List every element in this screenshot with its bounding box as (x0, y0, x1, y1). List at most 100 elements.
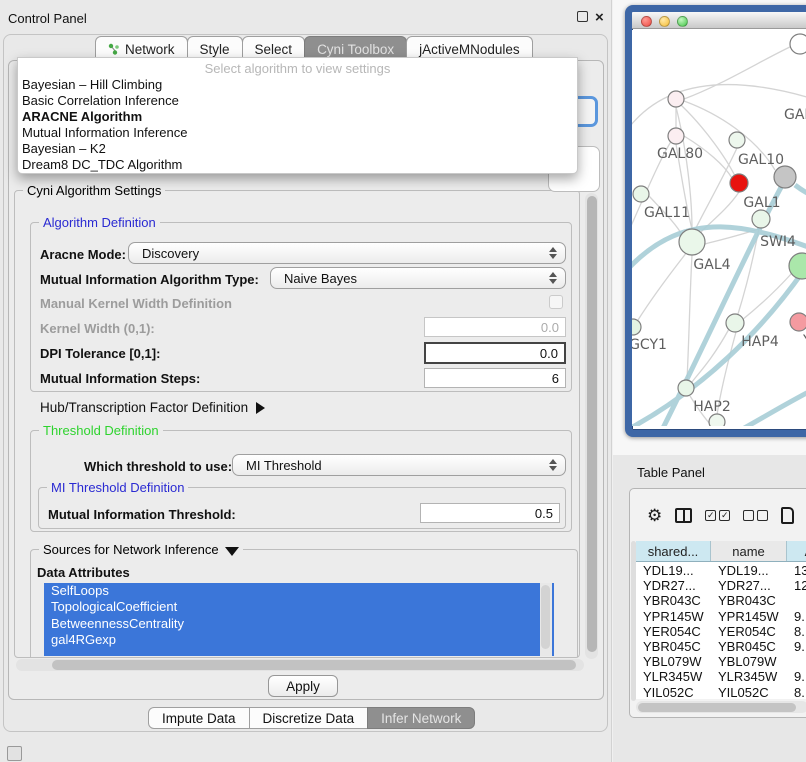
columns-icon[interactable] (675, 508, 692, 523)
apply-button[interactable]: Apply (268, 675, 338, 697)
dpi-tolerance-field[interactable]: 0.0 (424, 342, 566, 364)
network-node-y[interactable] (790, 313, 806, 331)
table-row[interactable]: YDL19...YDL19...13 (636, 562, 806, 577)
network-node[interactable] (790, 34, 806, 54)
tab-jactivemnodules[interactable]: jActiveMNodules (406, 36, 533, 58)
table-row[interactable]: YIL052CYIL052C8. (636, 684, 806, 699)
kernel-width-label: Kernel Width (0,1): (40, 321, 155, 336)
data-attributes-list: SelfLoops TopologicalCoefficient Between… (44, 583, 554, 656)
network-node[interactable] (752, 210, 770, 228)
attributes-scrollbar-thumb[interactable] (541, 585, 550, 649)
mi-threshold-label: Mutual Information Threshold: (48, 507, 236, 522)
column-header-name[interactable]: name (711, 541, 787, 561)
hub-definition-label: Hub/Transcription Factor Definition (40, 400, 248, 415)
sources-group-title[interactable]: Sources for Network Inference (39, 542, 243, 557)
tab-cyni-toolbox[interactable]: Cyni Toolbox (304, 36, 407, 58)
kernel-width-field[interactable]: 0.0 (424, 317, 566, 337)
settings-vertical-scrollbar[interactable] (585, 193, 598, 659)
mi-type-label: Mutual Information Algorithm Type: (40, 272, 259, 287)
zoom-window-icon[interactable] (677, 16, 688, 27)
deselect-all-icon[interactable] (743, 510, 768, 521)
combo-arrows-icon (549, 247, 557, 259)
mi-steps-label: Mutual Information Steps: (40, 371, 200, 386)
algorithm-option[interactable]: Dream8 DC_TDC Algorithm (18, 157, 577, 173)
table-row[interactable]: YPR145WYPR145W9. (636, 608, 806, 623)
which-threshold-combo[interactable]: MI Threshold (232, 454, 566, 476)
tab-select[interactable]: Select (242, 36, 306, 58)
algorithm-option[interactable]: Basic Correlation Inference (18, 93, 577, 109)
aracne-mode-combo[interactable]: Discovery (128, 242, 566, 264)
table-panel-title: Table Panel (637, 465, 705, 480)
tab-network[interactable]: Network (95, 36, 188, 58)
algorithm-option[interactable]: Bayesian – Hill Climbing (18, 77, 577, 93)
node-label: GAL1 (743, 195, 780, 211)
tab-discretize-data[interactable]: Discretize Data (249, 707, 369, 729)
network-canvas[interactable]: GAL GAL80 GAL10 GAL1 GAL11 GAL4 SWI4 Y H… (632, 30, 806, 426)
which-threshold-label: Which threshold to use: (84, 459, 232, 474)
attribute-item[interactable]: SelfLoops (44, 583, 554, 599)
mi-type-combo[interactable]: Naive Bayes (270, 267, 566, 289)
manual-kernel-checkbox[interactable] (549, 295, 563, 309)
tab-impute-data[interactable]: Impute Data (148, 707, 250, 729)
network-node-hap4[interactable] (726, 314, 744, 332)
table-row[interactable]: YBR043CYBR043C (636, 592, 806, 607)
attribute-item[interactable]: BetweennessCentrality (44, 616, 554, 632)
table-row[interactable]: YBR045CYBR045C9. (636, 638, 806, 653)
float-panel-button[interactable] (577, 11, 588, 25)
attributes-scrollbar[interactable] (540, 583, 552, 656)
attribute-item[interactable] (44, 649, 554, 656)
network-node-hap2[interactable] (678, 380, 694, 396)
table-panel: ⚙ ✓✓ shared... name A YDL19...YDL19...13… (629, 488, 806, 718)
column-header-shared-name[interactable]: shared... (636, 541, 711, 561)
algorithm-option-selected[interactable]: ARACNE Algorithm (18, 109, 577, 125)
algorithm-option[interactable]: Mutual Information Inference (18, 125, 577, 141)
mi-threshold-group-title: MI Threshold Definition (47, 480, 188, 495)
tab-infer-network[interactable]: Infer Network (367, 707, 475, 729)
network-node-gal1[interactable] (730, 174, 748, 192)
node-label: HAP2 (693, 399, 730, 415)
table-horizontal-scrollbar[interactable] (636, 701, 806, 713)
close-window-icon[interactable] (641, 16, 652, 27)
new-table-icon[interactable] (781, 507, 794, 524)
attribute-item[interactable]: gal4RGexp (44, 632, 554, 648)
node-label: GAL80 (657, 146, 703, 162)
tab-style[interactable]: Style (187, 36, 243, 58)
hub-definition-toggle[interactable]: Hub/Transcription Factor Definition (40, 400, 265, 415)
network-node-gal80[interactable] (668, 128, 684, 144)
collapsed-arrow-icon (256, 402, 265, 414)
column-header-cut[interactable]: A (787, 541, 806, 561)
network-node-gal11[interactable] (633, 186, 649, 202)
algorithm-popup-placeholder: Select algorithm to view settings (18, 58, 577, 77)
network-node[interactable] (774, 166, 796, 188)
table-hscroll-thumb[interactable] (638, 703, 796, 712)
network-view-window[interactable]: GAL GAL80 GAL10 GAL1 GAL11 GAL4 SWI4 Y H… (625, 5, 806, 437)
table-row[interactable]: YDR27...YDR27...12 (636, 577, 806, 592)
mi-steps-field[interactable]: 6 (424, 368, 566, 388)
cyni-mode-tabs: Impute Data Discretize Data Infer Networ… (148, 707, 474, 729)
select-all-icon[interactable]: ✓✓ (705, 510, 730, 521)
network-window-titlebar[interactable] (632, 12, 806, 29)
network-node[interactable] (709, 414, 725, 426)
attribute-item[interactable]: TopologicalCoefficient (44, 599, 554, 615)
table-row[interactable]: YLR345WYLR345W9. (636, 668, 806, 683)
algorithm-option[interactable]: Bayesian – K2 (18, 141, 577, 157)
vscroll-thumb[interactable] (587, 196, 597, 652)
manual-kernel-label: Manual Kernel Width Definition (40, 296, 232, 311)
table-header-row: shared... name A (636, 541, 806, 562)
table-body: YDL19...YDL19...13 YDR27...YDR27...12 YB… (636, 562, 806, 699)
close-panel-button[interactable]: × (595, 12, 604, 23)
settings-horizontal-scrollbar[interactable] (16, 659, 584, 671)
network-node-gcy1[interactable] (632, 319, 641, 335)
dock-corner-icon[interactable] (7, 746, 22, 761)
mi-threshold-field[interactable]: 0.5 (420, 503, 560, 523)
network-node[interactable] (668, 91, 684, 107)
sources-title-label: Sources for Network Inference (43, 542, 219, 557)
network-node-gal4[interactable] (679, 229, 705, 255)
minimize-window-icon[interactable] (659, 16, 670, 27)
network-node-swi4[interactable] (789, 253, 806, 279)
network-node-gal10[interactable] (729, 132, 745, 148)
table-row[interactable]: YBL079WYBL079W (636, 653, 806, 668)
hscroll-thumb[interactable] (52, 660, 576, 670)
table-row[interactable]: YER054CYER054C8. (636, 623, 806, 638)
gear-icon[interactable]: ⚙ (647, 507, 662, 524)
